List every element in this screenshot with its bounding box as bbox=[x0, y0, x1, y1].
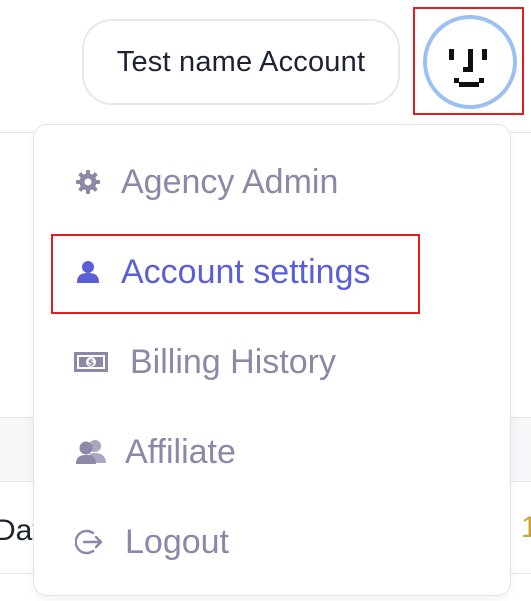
table-cell-partial-right: 1 bbox=[521, 511, 531, 544]
users-icon bbox=[74, 438, 108, 466]
face-icon bbox=[449, 49, 487, 87]
avatar-highlight bbox=[413, 7, 524, 115]
menu-item-label: Billing History bbox=[130, 342, 336, 381]
svg-text:$: $ bbox=[88, 359, 94, 369]
account-name-button[interactable]: Test name Account bbox=[82, 19, 400, 105]
money-bill-icon: $ bbox=[72, 348, 110, 376]
menu-item-agency-admin[interactable]: Agency Admin bbox=[34, 147, 510, 217]
menu-item-logout[interactable]: Logout bbox=[34, 507, 510, 577]
account-name-label: Test name Account bbox=[116, 45, 366, 78]
menu-item-affiliate[interactable]: Affiliate bbox=[34, 417, 510, 487]
menu-item-billing-history[interactable]: $ Billing History bbox=[34, 327, 510, 397]
account-dropdown-menu: Agency Admin Account settings $ Billing … bbox=[33, 124, 511, 596]
menu-item-label: Logout bbox=[125, 522, 229, 561]
gear-icon bbox=[74, 168, 102, 196]
menu-item-label: Agency Admin bbox=[121, 162, 339, 201]
account-settings-highlight bbox=[51, 234, 420, 314]
avatar[interactable] bbox=[423, 15, 517, 109]
menu-item-label: Affiliate bbox=[125, 432, 236, 471]
logout-icon bbox=[74, 527, 104, 557]
